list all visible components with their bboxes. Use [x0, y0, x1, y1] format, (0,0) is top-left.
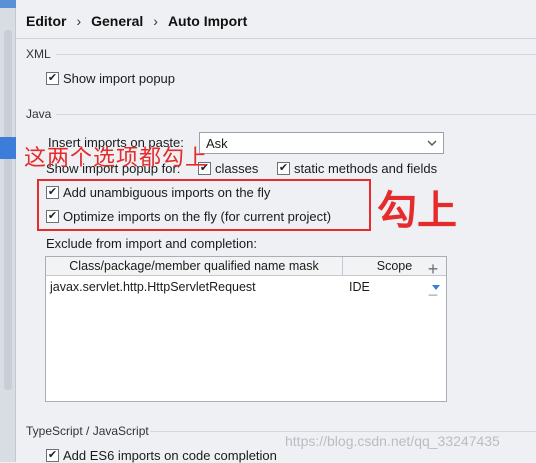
checkbox-label: static methods and fields	[294, 161, 438, 176]
add-button[interactable]: +	[424, 260, 442, 278]
add-es6-checkbox[interactable]: ✔ Add ES6 imports on code completion	[46, 448, 277, 463]
chevron-down-icon	[427, 140, 437, 146]
section-title-java: Java	[26, 107, 52, 121]
annotation-highlight-box	[37, 179, 371, 231]
tree-header-highlight	[0, 0, 16, 8]
breadcrumb-auto-import: Auto Import	[167, 13, 248, 29]
table-row[interactable]: javax.servlet.http.HttpServletRequest ID…	[46, 276, 446, 298]
breadcrumb: Editor › General › Auto Import	[26, 13, 247, 29]
exclude-table: Class/package/member qualified name mask…	[45, 256, 447, 402]
checkbox-checked-icon[interactable]: ✔	[277, 162, 290, 175]
checkbox-label: Add ES6 imports on code completion	[63, 448, 277, 463]
tree-scrollbar[interactable]	[4, 30, 12, 390]
select-value: Ask	[206, 135, 228, 151]
breadcrumb-separator: ›	[76, 13, 82, 29]
selected-tree-item[interactable]	[0, 137, 16, 159]
watermark-text: https://blog.csdn.net/qq_33247435	[285, 433, 500, 449]
checkbox-label: classes	[215, 161, 259, 176]
xml-show-import-popup[interactable]: ✔ Show import popup	[46, 71, 175, 86]
section-title-xml: XML	[26, 47, 51, 61]
table-header: Class/package/member qualified name mask…	[46, 257, 446, 276]
cell-mask[interactable]: javax.servlet.http.HttpServletRequest	[46, 280, 343, 294]
breadcrumb-general[interactable]: General	[91, 13, 143, 29]
annotation-check: 勾上	[377, 188, 457, 234]
checkbox-checked-icon[interactable]: ✔	[46, 449, 59, 462]
section-title-typescript: TypeScript / JavaScript	[26, 424, 149, 438]
settings-tree-strip	[0, 0, 16, 462]
section-divider	[56, 54, 536, 55]
insert-imports-select[interactable]: Ask	[199, 132, 444, 154]
scope-value: IDE	[349, 280, 370, 294]
section-divider	[150, 431, 536, 432]
exclude-label: Exclude from import and completion:	[46, 236, 257, 251]
annotation-note: 这两个选项都勾上	[24, 146, 209, 171]
checkbox-checked-icon[interactable]: ✔	[46, 72, 59, 85]
checkbox-label: Show import popup	[63, 71, 176, 86]
section-divider	[56, 114, 536, 115]
header-divider	[16, 38, 536, 39]
remove-button[interactable]: −	[424, 286, 442, 304]
column-header-mask[interactable]: Class/package/member qualified name mask	[46, 257, 343, 275]
breadcrumb-separator: ›	[153, 13, 158, 29]
breadcrumb-editor[interactable]: Editor	[26, 13, 66, 29]
static-methods-checkbox[interactable]: ✔ static methods and fields	[277, 161, 437, 176]
